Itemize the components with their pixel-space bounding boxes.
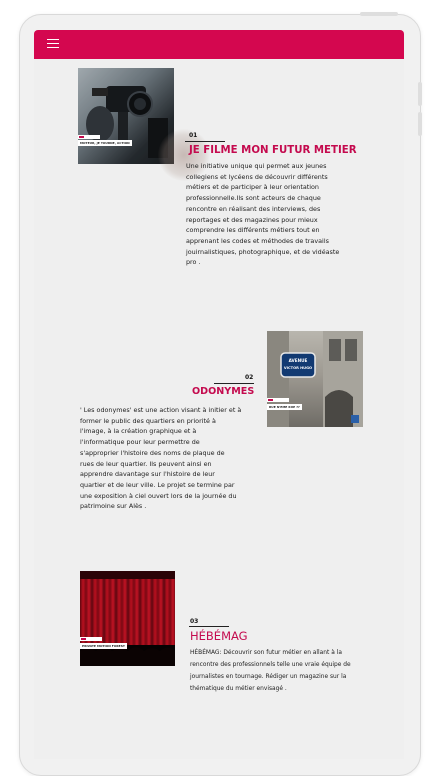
number-underline: [189, 626, 229, 627]
curtain-image: [80, 571, 175, 666]
tag-logo: [80, 637, 102, 641]
project-number: 02: [245, 374, 254, 381]
project-title[interactable]: JE FILME MON FUTUR METIER: [189, 145, 357, 156]
project-number: 03: [190, 618, 199, 625]
top-navbar: [34, 30, 404, 59]
thumbnail-tag: MOTEUR, JE TOURNE, ACTION: [78, 140, 132, 146]
thumbnail-tag: RUE N'EME RUE ??: [267, 404, 302, 410]
thumbnail-tag: PRIVATE MOTION FOREST: [80, 643, 127, 649]
device-side-button-2: [418, 112, 422, 136]
project-title[interactable]: HÉBÉMAG: [190, 629, 248, 643]
hamburger-menu-icon[interactable]: [47, 39, 59, 48]
project-thumbnail-curtain[interactable]: PRIVATE MOTION FOREST: [80, 571, 175, 666]
device-side-button: [418, 82, 422, 106]
project-thumbnail-street-sign[interactable]: AVENUE VICTOR HUGO RUE N'EME RUE ??: [267, 331, 363, 427]
street-sign-image: AVENUE VICTOR HUGO: [267, 331, 363, 427]
project-title[interactable]: ODONYMES: [192, 386, 254, 397]
project-description: ' Les odonymes' est une action visant à …: [80, 406, 242, 511]
tag-logo: [78, 135, 100, 139]
tag-logo: [267, 398, 289, 402]
project-number: 01: [189, 132, 198, 139]
project-description: HÉBÉMAG: Découvrir son futur métier en a…: [190, 650, 351, 692]
number-underline: [214, 383, 254, 384]
svg-text:VICTOR HUGO: VICTOR HUGO: [284, 366, 312, 370]
device-top-button: [360, 12, 398, 16]
number-underline: [185, 141, 225, 142]
svg-text:AVENUE: AVENUE: [289, 358, 308, 363]
project-description: Une initiative unique qui permet aux jeu…: [186, 162, 340, 267]
